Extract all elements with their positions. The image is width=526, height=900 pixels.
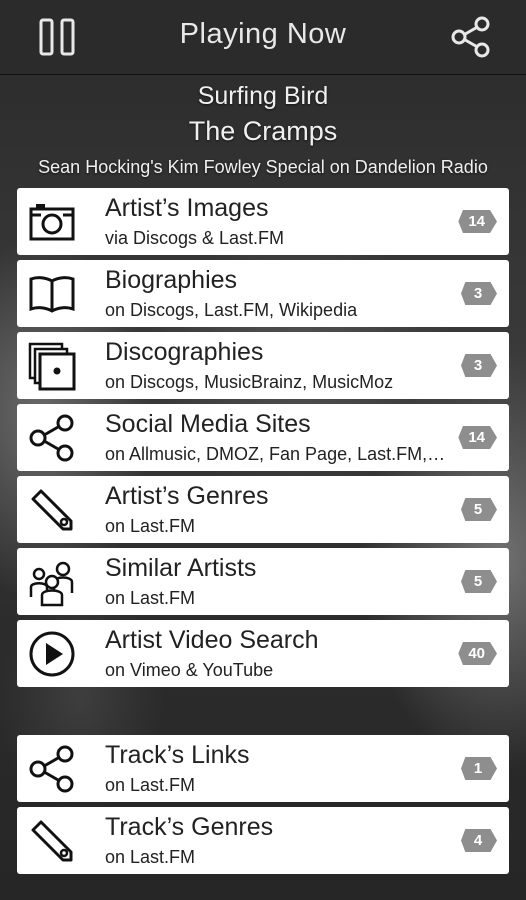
item-subtitle: on Discogs, Last.FM, Wikipedia — [105, 300, 358, 320]
list-item-social-media[interactable]: Social Media Sites on Allmusic, DMOZ, Fa… — [17, 404, 509, 471]
list-item-discographies[interactable]: Discographies on Discogs, MusicBrainz, M… — [17, 332, 509, 399]
list-item-biographies[interactable]: Biographies on Discogs, Last.FM, Wikiped… — [17, 260, 509, 327]
item-subtitle: on Vimeo & YouTube — [105, 660, 274, 680]
artist-info-list: Artist’s Images via Discogs & Last.FM 14… — [17, 188, 509, 692]
list-item-artist-genres[interactable]: Artist’s Genres on Last.FM 5 — [17, 476, 509, 543]
share-icon — [451, 16, 490, 58]
play-icon — [27, 629, 77, 679]
list-item-video-search[interactable]: Artist Video Search on Vimeo & YouTube 4… — [17, 620, 509, 687]
list-item-similar-artists[interactable]: Similar Artists on Last.FM 5 — [17, 548, 509, 615]
tag-icon — [27, 485, 77, 535]
list-item-track-genres[interactable]: Track’s Genres on Last.FM 4 — [17, 807, 509, 874]
people-icon — [27, 557, 77, 607]
count-badge: 3 — [461, 282, 497, 305]
count-badge: 14 — [458, 426, 497, 449]
count-badge: 14 — [458, 210, 497, 233]
count-badge: 5 — [461, 570, 497, 593]
track-info-list: Track’s Links on Last.FM 1 Track’s Genre… — [17, 735, 509, 879]
records-icon — [27, 341, 77, 391]
item-title: Artist Video Search — [105, 626, 319, 654]
item-title: Artist’s Images — [105, 194, 269, 222]
tag-icon — [27, 816, 77, 866]
item-subtitle: on Last.FM — [105, 588, 196, 608]
list-item-track-links[interactable]: Track’s Links on Last.FM 1 — [17, 735, 509, 802]
item-title: Artist’s Genres — [105, 482, 269, 510]
share-button[interactable] — [448, 14, 494, 60]
list-item-artist-images[interactable]: Artist’s Images via Discogs & Last.FM 14 — [17, 188, 509, 255]
item-title: Social Media Sites — [105, 410, 311, 438]
station-name: Sean Hocking's Kim Fowley Special on Dan… — [38, 157, 488, 177]
top-bar: Playing Now — [0, 0, 526, 75]
item-subtitle: on Allmusic, DMOZ, Fan Page, Last.FM, My… — [105, 444, 450, 464]
item-title: Discographies — [105, 338, 264, 366]
share-icon — [27, 744, 77, 794]
count-badge: 40 — [458, 642, 497, 665]
count-badge: 4 — [461, 829, 497, 852]
item-subtitle: on Discogs, MusicBrainz, MusicMoz — [105, 372, 394, 392]
item-title: Similar Artists — [105, 554, 257, 582]
count-badge: 1 — [461, 757, 497, 780]
artist-name: The Cramps — [188, 116, 338, 146]
camera-icon — [27, 197, 77, 247]
item-title: Track’s Genres — [105, 813, 274, 841]
item-title: Biographies — [105, 266, 238, 294]
count-badge: 5 — [461, 498, 497, 521]
book-icon — [27, 269, 77, 319]
song-title: Surfing Bird — [197, 82, 329, 110]
item-subtitle: on Last.FM — [105, 516, 196, 536]
item-title: Track’s Links — [105, 741, 250, 769]
count-badge: 3 — [461, 354, 497, 377]
item-subtitle: on Last.FM — [105, 847, 196, 867]
item-subtitle: via Discogs & Last.FM — [105, 228, 285, 248]
item-subtitle: on Last.FM — [105, 775, 196, 795]
share-icon — [27, 413, 77, 463]
